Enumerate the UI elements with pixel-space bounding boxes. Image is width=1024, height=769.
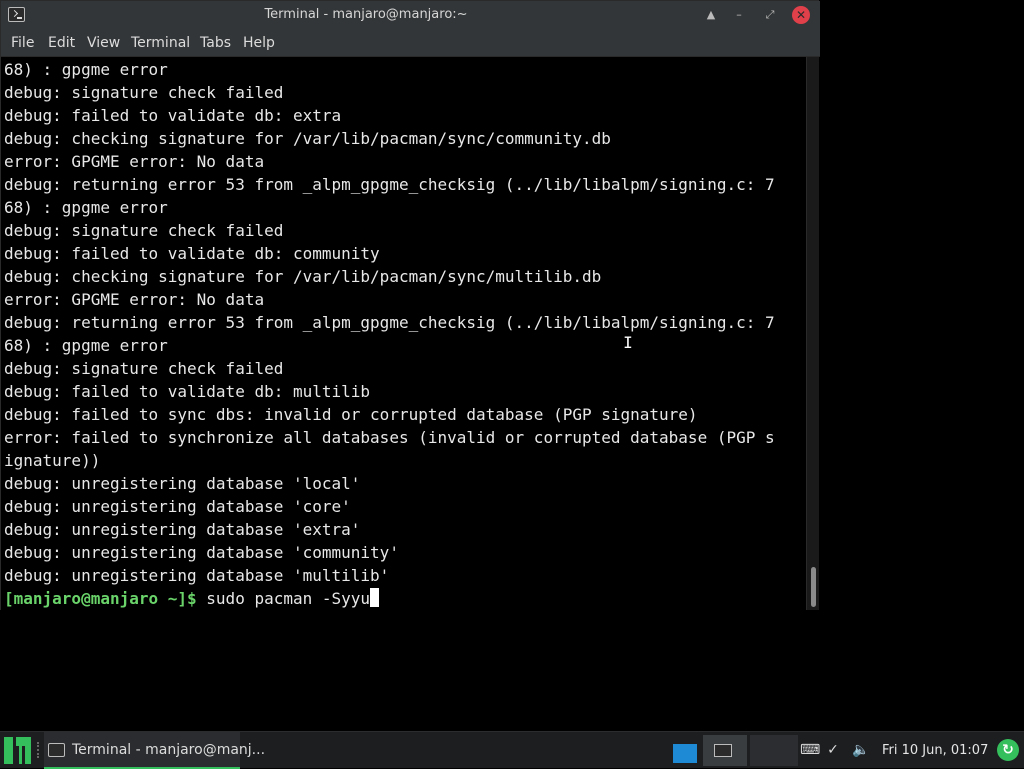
keyboard-icon[interactable]: ⌨ <box>800 741 820 759</box>
terminal-line: debug: signature check failed <box>4 83 284 102</box>
terminal-icon <box>48 743 65 757</box>
close-button[interactable]: ✕ <box>792 6 810 24</box>
terminal-window[interactable]: Terminal - manjaro@manjaro:~ ▲ – ⤢ ✕ Fil… <box>0 0 820 610</box>
terminal-line: debug: returning error 53 from _alpm_gpg… <box>4 175 775 194</box>
menu-edit[interactable]: Edit <box>48 29 75 57</box>
terminal-line: debug: unregistering database 'extra' <box>4 520 361 539</box>
shield-icon[interactable]: ✓ <box>824 741 842 759</box>
terminal-line: debug: failed to validate db: extra <box>4 106 342 125</box>
clock[interactable]: Fri 10 Jun, 01:07 <box>882 732 988 769</box>
terminal-line: debug: signature check failed <box>4 221 284 240</box>
workspace-1[interactable] <box>668 735 703 766</box>
terminal-line: debug: failed to sync dbs: invalid or co… <box>4 405 698 424</box>
menu-terminal[interactable]: Terminal <box>131 29 190 57</box>
menu-file[interactable]: File <box>11 29 34 57</box>
workspace-3[interactable] <box>750 735 798 766</box>
taskbar: Terminal - manjaro@manj... ⌨ ✓ 🔈 Fri 10 … <box>0 731 1024 769</box>
terminal-line: debug: unregistering database 'community… <box>4 543 399 562</box>
minimize-button[interactable]: – <box>730 6 748 24</box>
manjaro-menu-icon[interactable] <box>4 737 31 764</box>
terminal-line: debug: unregistering database 'core' <box>4 497 351 516</box>
command-input[interactable]: sudo pacman -Syyu <box>197 589 370 608</box>
terminal-line: debug: signature check failed <box>4 359 284 378</box>
terminal-icon <box>714 744 732 757</box>
terminal-line: error: GPGME error: No data <box>4 290 265 309</box>
menu-tabs[interactable]: Tabs <box>200 29 231 57</box>
menu-help[interactable]: Help <box>243 29 275 57</box>
volume-icon[interactable]: 🔈 <box>852 741 870 759</box>
terminal-line: debug: returning error 53 from _alpm_gpg… <box>4 313 775 332</box>
workspace-window-preview <box>673 744 697 763</box>
terminal-line: error: GPGME error: No data <box>4 152 265 171</box>
prompt-line[interactable]: [manjaro@manjaro ~]$ sudo pacman -Syyu <box>4 587 380 610</box>
terminal-line: 68) : gpgme error <box>4 198 168 217</box>
terminal-output[interactable]: 68) : gpgme error debug: signature check… <box>1 57 806 610</box>
terminal-line: 68) : gpgme error <box>4 60 168 79</box>
terminal-line: debug: failed to validate db: community <box>4 244 380 263</box>
menu-bar: File Edit View Terminal Tabs Help <box>1 29 820 57</box>
window-title: Terminal - manjaro@manjaro:~ <box>264 7 468 22</box>
terminal-line: error: failed to synchronize all databas… <box>4 428 775 447</box>
update-icon[interactable]: ↻ <box>997 739 1019 761</box>
terminal-line: 68) : gpgme error <box>4 336 168 355</box>
title-bar[interactable]: Terminal - manjaro@manjaro:~ ▲ – ⤢ ✕ <box>1 1 820 29</box>
terminal-line: debug: checking signature for /var/lib/p… <box>4 129 611 148</box>
maximize-button[interactable]: ⤢ <box>761 6 779 24</box>
terminal-line: debug: checking signature for /var/lib/p… <box>4 267 602 286</box>
terminal-line: debug: unregistering database 'local' <box>4 474 361 493</box>
terminal-line: debug: failed to validate db: multilib <box>4 382 371 401</box>
scrollbar-thumb[interactable] <box>811 567 816 607</box>
shade-button[interactable]: ▲ <box>702 6 720 24</box>
task-label: Terminal - manjaro@manj... <box>72 742 266 758</box>
workspace-2[interactable] <box>703 735 747 766</box>
terminal-scrollbar[interactable] <box>806 57 819 610</box>
taskbar-separator <box>37 742 39 758</box>
shell-prompt: [manjaro@manjaro ~]$ <box>4 589 197 608</box>
text-cursor <box>370 588 380 607</box>
terminal-line: debug: unregistering database 'multilib' <box>4 566 390 585</box>
task-terminal-button[interactable]: Terminal - manjaro@manj... <box>44 732 265 769</box>
terminal-line: ignature)) <box>4 451 101 470</box>
ibeam-cursor-icon: I <box>623 333 633 352</box>
menu-view[interactable]: View <box>87 29 120 57</box>
